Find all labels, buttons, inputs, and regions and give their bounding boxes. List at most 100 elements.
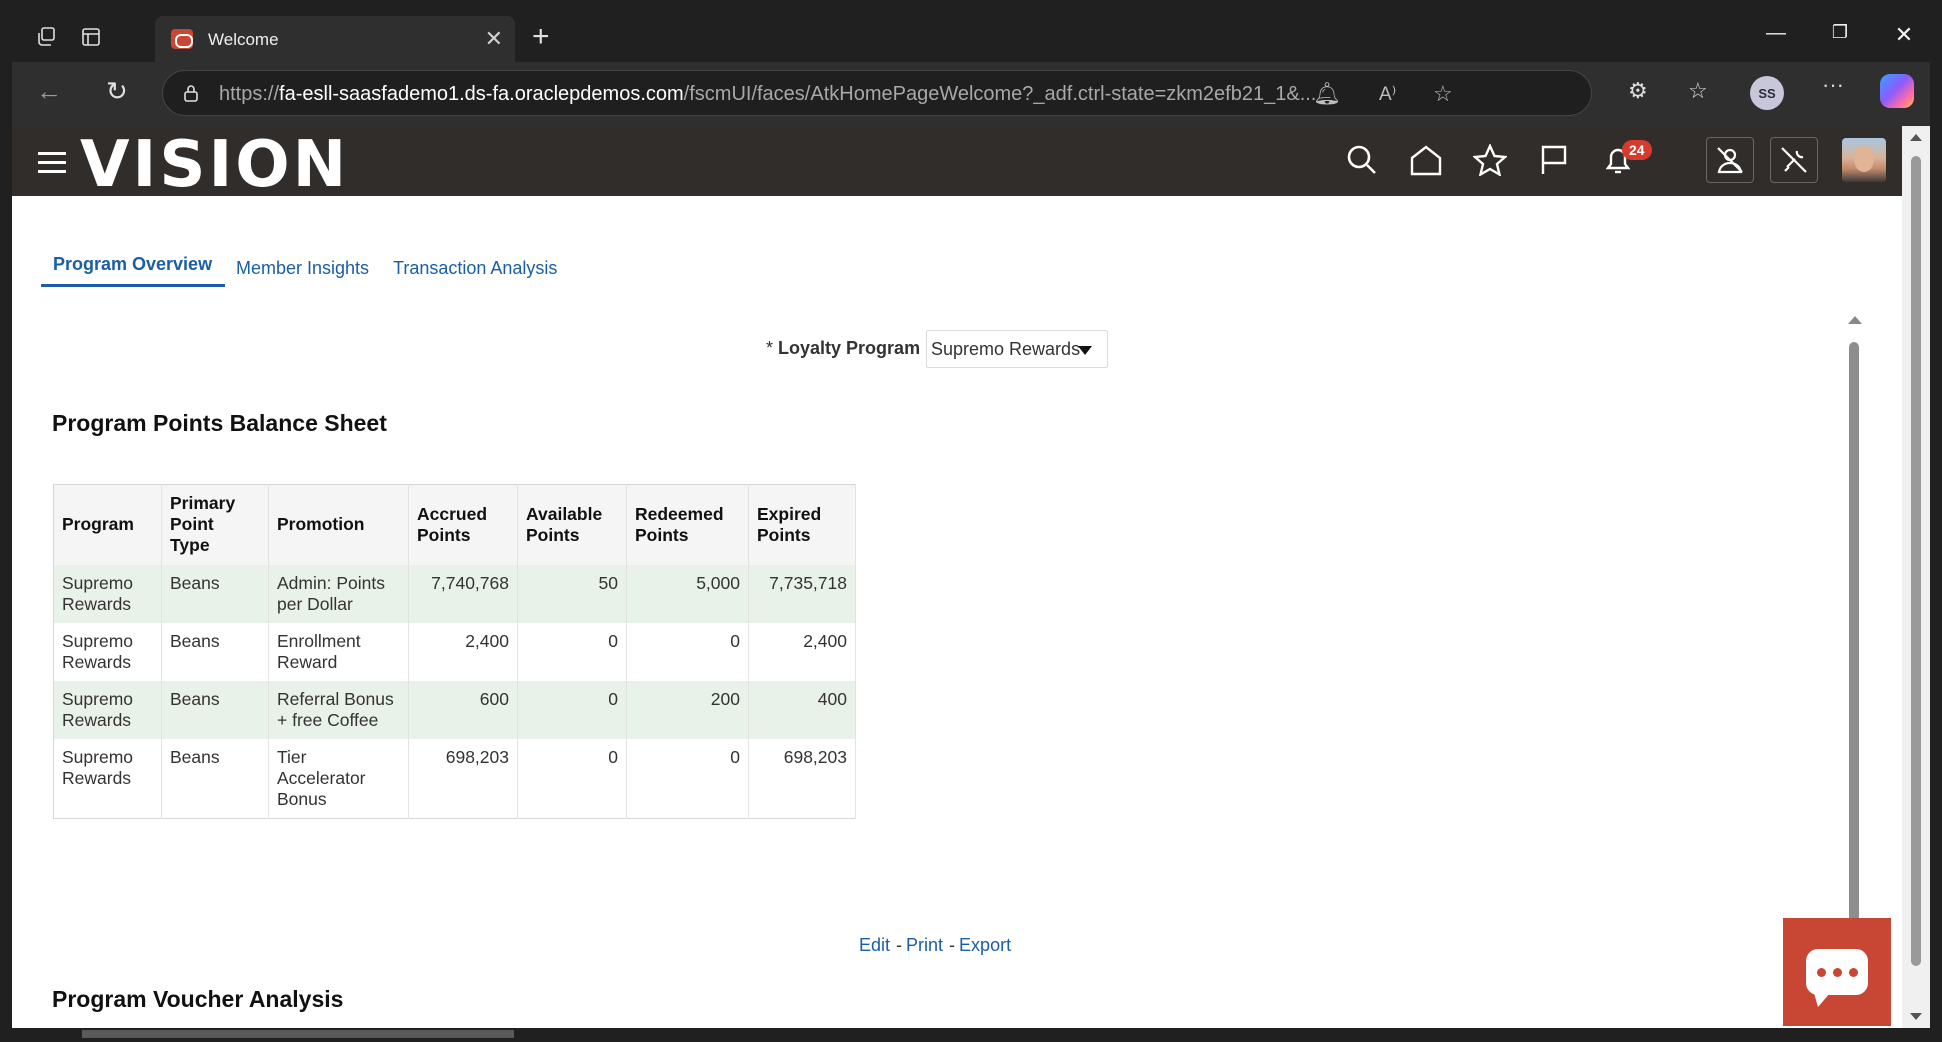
app-header: VISION 24 <box>12 126 1902 202</box>
scroll-up-icon[interactable] <box>1910 134 1922 141</box>
edit-link[interactable]: Edit <box>859 935 890 955</box>
window-frame: Welcome ✕ + — ❐ ✕ ← ↻ https://fa-esll-sa… <box>0 0 1942 1042</box>
link-separator: - <box>896 935 903 955</box>
search-icon[interactable] <box>1342 140 1382 180</box>
browser-tabstrip: Welcome ✕ + — ❐ ✕ <box>12 12 1930 62</box>
browser-tab-welcome[interactable]: Welcome ✕ <box>155 16 515 62</box>
cell-point-type: Beans <box>161 622 269 681</box>
extensions-icon[interactable]: ⚙︎ <box>1628 78 1648 104</box>
cell-available: 50 <box>517 564 627 623</box>
workspaces-icon[interactable] <box>30 22 64 52</box>
new-tab-icon[interactable]: + <box>532 20 550 54</box>
col-header-promotion[interactable]: Promotion <box>268 484 409 565</box>
cell-available: 0 <box>517 738 627 818</box>
link-separator: - <box>949 935 956 955</box>
minimize-icon[interactable]: — <box>1756 22 1796 45</box>
tab-member-insights[interactable]: Member Insights <box>236 258 369 279</box>
col-header-program[interactable]: Program <box>53 484 162 565</box>
voucher-analysis-title: Program Voucher Analysis <box>52 986 344 1012</box>
cell-promotion: Enrollment Reward <box>268 622 409 681</box>
table-header-row: Program Primary Point Type Promotion Accru… <box>53 484 856 565</box>
chat-icon <box>1806 949 1868 1007</box>
horizontal-scrollbar[interactable] <box>82 1030 514 1038</box>
col-header-redeemed-points[interactable]: Redeemed Points <box>626 484 749 565</box>
browser-toolbar: ← ↻ https://fa-esll-saasfademo1.ds-fa.or… <box>12 62 1930 126</box>
refresh-icon[interactable]: ↻ <box>106 76 128 107</box>
chevron-down-icon[interactable] <box>1078 346 1092 355</box>
col-header-expired-points[interactable]: Expired Points <box>748 484 856 565</box>
table-row[interactable]: Supremo Rewards Beans Referral Bonus + fre… <box>53 680 856 739</box>
cell-available: 0 <box>517 622 627 681</box>
cell-redeemed: 5,000 <box>626 564 749 623</box>
tools-off-icon <box>1781 147 1807 173</box>
table-row[interactable]: Supremo Rewards Beans Admin: Points per Do… <box>53 564 856 623</box>
tab-program-overview[interactable]: Program Overview <box>53 254 212 275</box>
window-border <box>0 0 1942 12</box>
copilot-icon[interactable] <box>1880 74 1914 108</box>
close-window-icon[interactable]: ✕ <box>1884 22 1924 48</box>
window-border <box>1930 0 1942 1042</box>
url-text[interactable]: https://fa-esll-saasfademo1.ds-fa.oracle… <box>219 83 1316 106</box>
window-border <box>0 0 12 1042</box>
chat-assistant-button[interactable] <box>1783 918 1891 1026</box>
profile-avatar[interactable]: SS <box>1750 76 1784 110</box>
cell-program: Supremo Rewards <box>53 738 162 818</box>
favorites-icon[interactable]: ☆ <box>1688 78 1708 104</box>
points-balance-table: Program Primary Point Type Promotion Accru… <box>53 484 856 819</box>
favorite-star-icon[interactable]: ☆ <box>1433 81 1453 107</box>
col-header-available-points[interactable]: Available Points <box>517 484 627 565</box>
cell-redeemed: 0 <box>626 622 749 681</box>
main-content: Program Overview Member Insights Transac… <box>16 196 1902 1028</box>
cell-point-type: Beans <box>161 564 269 623</box>
home-icon[interactable] <box>1406 140 1446 180</box>
table-row[interactable]: Supremo Rewards Beans Tier Accelerator Bonu… <box>53 738 856 818</box>
required-marker: * <box>766 338 774 358</box>
cell-available: 0 <box>517 680 627 739</box>
active-tab-indicator <box>41 284 225 287</box>
col-header-primary-point-type[interactable]: Primary Point Type <box>161 484 269 565</box>
cell-program: Supremo Rewards <box>53 680 162 739</box>
inner-scrollbar[interactable] <box>1849 342 1859 942</box>
user-avatar[interactable] <box>1842 138 1886 182</box>
cell-program: Supremo Rewards <box>53 564 162 623</box>
cell-accrued: 7,740,768 <box>408 564 518 623</box>
more-menu-icon[interactable]: ··· <box>1822 72 1844 98</box>
oracle-favicon-icon <box>171 29 193 49</box>
url-path: /fscmUI/faces/AtkHomePageWelcome?_adf.ct… <box>683 83 1317 105</box>
cell-expired: 400 <box>748 680 856 739</box>
back-icon[interactable]: ← <box>36 76 62 107</box>
scroll-up-icon[interactable] <box>1848 316 1862 324</box>
bell-url-icon[interactable]: 🔔︎ <box>1313 81 1341 107</box>
cell-accrued: 2,400 <box>408 622 518 681</box>
export-link[interactable]: Export <box>959 935 1011 955</box>
close-tab-icon[interactable]: ✕ <box>485 26 503 52</box>
cell-promotion: Tier Accelerator Bonus <box>268 738 409 818</box>
cell-expired: 698,203 <box>748 738 856 818</box>
print-link[interactable]: Print <box>906 935 943 955</box>
notification-count-badge: 24 <box>1622 140 1652 160</box>
page-scroll-thumb[interactable] <box>1911 156 1921 966</box>
user-hide-button[interactable] <box>1706 137 1754 183</box>
restore-icon[interactable]: ❐ <box>1820 22 1860 43</box>
loyalty-program-label: * Loyalty Program <box>766 338 920 359</box>
scroll-down-icon[interactable] <box>1910 1013 1922 1020</box>
site-info-icon[interactable] <box>183 84 199 102</box>
cell-accrued: 698,203 <box>408 738 518 818</box>
browser-tab-title: Welcome <box>208 30 279 49</box>
hamburger-menu-icon[interactable] <box>38 152 66 174</box>
flag-icon[interactable] <box>1534 140 1574 180</box>
favorites-star-icon[interactable] <box>1470 140 1510 180</box>
tab-transaction-analysis[interactable]: Transaction Analysis <box>393 258 557 279</box>
accessibility-button[interactable] <box>1770 137 1818 183</box>
table-row[interactable]: Supremo Rewards Beans Enrollment Reward 2,… <box>53 622 856 681</box>
col-header-accrued-points[interactable]: Accrued Points <box>408 484 518 565</box>
url-prefix: https:// <box>219 83 280 105</box>
tab-actions-icon[interactable] <box>74 22 108 52</box>
url-host: fa-esll-saasfademo1.ds-fa.oraclepdemos.c… <box>279 83 684 105</box>
cell-expired: 2,400 <box>748 622 856 681</box>
cell-promotion: Referral Bonus + free Coffee <box>268 680 409 739</box>
vision-logo: VISION <box>80 128 350 202</box>
read-aloud-icon[interactable]: A⁾ <box>1379 83 1396 106</box>
address-bar[interactable]: https://fa-esll-saasfademo1.ds-fa.oracle… <box>162 70 1592 116</box>
page-scrollbar[interactable] <box>1902 126 1930 1028</box>
